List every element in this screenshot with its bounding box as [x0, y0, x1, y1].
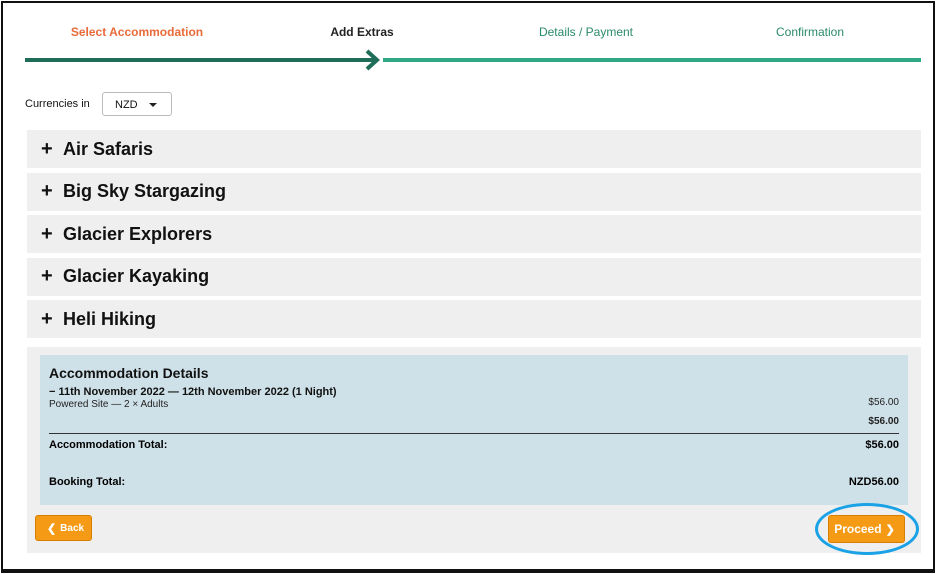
- step-select-accommodation[interactable]: Select Accommodation: [37, 25, 237, 39]
- step-details-payment: Details / Payment: [538, 25, 634, 39]
- proceed-button[interactable]: Proceed ❯: [828, 515, 905, 543]
- extras-accordion: + Air Safaris + Big Sky Stargazing + Gla…: [27, 130, 921, 343]
- accommodation-details-title: Accommodation Details: [49, 365, 209, 381]
- booking-total-label: Booking Total:: [49, 476, 126, 488]
- plus-icon: +: [41, 265, 53, 287]
- subtotal-price: $56.00: [868, 416, 899, 427]
- currency-label: Currencies in: [25, 98, 90, 110]
- accommodation-details: Accommodation Details −11th November 202…: [40, 355, 908, 505]
- proceed-button-label: Proceed: [834, 522, 882, 536]
- extra-item-big-sky-stargazing[interactable]: + Big Sky Stargazing: [27, 172, 921, 211]
- currency-select[interactable]: NZD: [102, 92, 172, 116]
- extra-item-label: Big Sky Stargazing: [63, 181, 227, 201]
- progress-line-remaining: [383, 58, 921, 62]
- extra-item-label: Heli Hiking: [63, 308, 157, 329]
- stay-dates-toggle[interactable]: −11th November 2022 — 12th November 2022…: [49, 386, 899, 398]
- extra-item-glacier-kayaking[interactable]: + Glacier Kayaking: [27, 257, 921, 296]
- summary-panel: Accommodation Details −11th November 202…: [27, 347, 921, 555]
- site-price: $56.00: [868, 397, 899, 408]
- chevron-right-icon: ❯: [885, 523, 895, 536]
- booking-steps: Select Accommodation Add Extras Details …: [25, 25, 921, 43]
- minus-icon: −: [49, 386, 56, 398]
- step-confirmation: Confirmation: [775, 25, 845, 39]
- plus-icon: +: [41, 307, 53, 330]
- stay-dates: 11th November 2022 — 12th November 2022 …: [58, 386, 337, 398]
- extra-item-heli-hiking[interactable]: + Heli Hiking: [27, 300, 921, 338]
- plus-icon: +: [41, 180, 53, 202]
- plus-icon: +: [41, 137, 53, 160]
- booking-page: Select Accommodation Add Extras Details …: [1, 1, 935, 573]
- caret-down-icon: [149, 103, 157, 107]
- plus-icon: +: [41, 222, 53, 245]
- accommodation-total-label: Accommodation Total:: [49, 439, 168, 451]
- extra-item-label: Glacier Explorers: [63, 223, 213, 244]
- site-description: Powered Site — 2 × Adults: [49, 399, 169, 410]
- step-add-extras: Add Extras: [330, 25, 394, 39]
- extra-item-air-safaris[interactable]: + Air Safaris: [27, 130, 921, 168]
- extra-item-glacier-explorers[interactable]: + Glacier Explorers: [27, 215, 921, 253]
- accommodation-total-value: $56.00: [865, 439, 899, 451]
- divider: [49, 433, 899, 434]
- currency-selected-value: NZD: [115, 99, 138, 111]
- progress-line-completed: [25, 58, 355, 62]
- chevron-left-icon: ❮: [46, 522, 57, 535]
- back-button[interactable]: ❮ Back: [35, 515, 92, 541]
- arrow-right-icon: [353, 49, 380, 71]
- back-button-label: Back: [60, 522, 85, 534]
- extra-item-label: Glacier Kayaking: [63, 266, 210, 286]
- extra-item-label: Air Safaris: [63, 138, 154, 159]
- booking-total-value: NZD56.00: [848, 476, 899, 488]
